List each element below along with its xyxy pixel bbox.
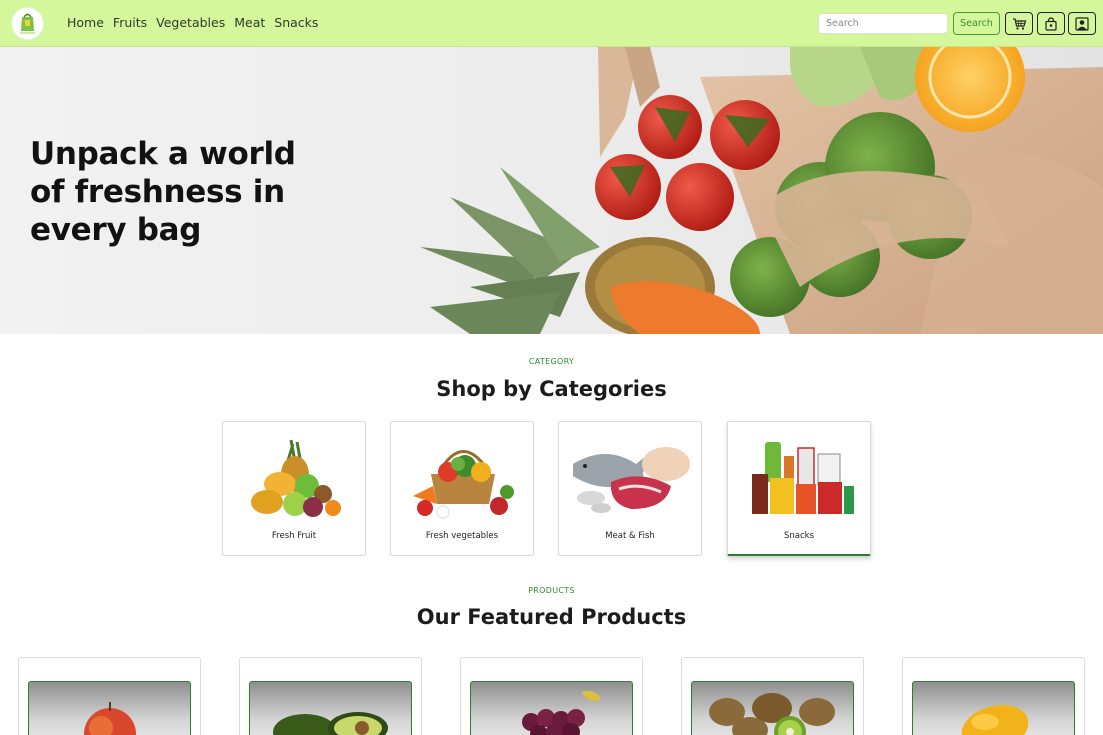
category-card-fresh-fruit[interactable]: Fresh Fruit [222,421,366,556]
cart-button[interactable] [1005,12,1033,35]
product-card[interactable] [902,657,1085,735]
category-label: Fresh Fruit [271,531,317,541]
category-card-fresh-vegetables[interactable]: Fresh vegetables [390,421,534,556]
category-label: Meat & Fish [605,531,655,541]
nav-link-fruits[interactable]: Fruits [113,15,147,30]
product-card[interactable] [239,657,422,735]
cart-icon [1012,17,1026,30]
nav-link-vegetables[interactable]: Vegetables [156,15,225,30]
hero-title: Unpack a world of freshness in every bag [30,136,296,248]
store-logo[interactable] [12,8,43,39]
main-nav: Home Fruits Vegetables Meat Snacks [67,15,318,30]
nav-link-home[interactable]: Home [67,15,104,30]
nav-link-snacks[interactable]: Snacks [274,15,318,30]
product-card[interactable] [460,657,643,735]
product-card[interactable] [18,657,201,735]
fresh-vegetables-image [413,450,514,519]
category-card-meat-fish[interactable]: Meat & Fish [558,421,702,556]
hero-banner: Unpack a world of freshness in every bag [0,47,1103,334]
search-input[interactable] [818,13,948,34]
products-eyebrow: PRODUCTS [528,586,575,595]
apple-image [84,702,136,735]
category-card-snacks[interactable]: Snacks [727,421,871,556]
account-button[interactable] [1068,12,1096,35]
product-image-grapes[interactable] [470,681,633,735]
bag-button[interactable] [1037,12,1065,35]
navbar: Home Fruits Vegetables Meat Snacks Searc… [0,0,1103,47]
category-label: Snacks [783,531,814,541]
kiwi-image [709,693,835,735]
fresh-fruit-image [251,439,341,517]
mango-image [961,704,1029,735]
product-image-apple[interactable] [28,681,191,735]
product-card[interactable] [681,657,864,735]
product-image-mango[interactable] [912,681,1075,735]
user-icon [1075,16,1089,31]
category-eyebrow: CATEGORY [528,357,575,366]
snacks-image [752,442,854,514]
meat-fish-image [573,447,690,513]
grapes-image [522,691,601,735]
products-title: Our Featured Products [416,605,687,629]
bag-icon [1045,16,1057,31]
search-button[interactable]: Search [953,12,1000,35]
avocado-image [273,712,388,735]
categories-title: Shop by Categories [436,377,667,401]
nav-link-meat[interactable]: Meat [234,15,265,30]
product-image-kiwi[interactable] [691,681,854,735]
product-image-avocado[interactable] [249,681,412,735]
category-label: Fresh vegetables [425,531,499,541]
